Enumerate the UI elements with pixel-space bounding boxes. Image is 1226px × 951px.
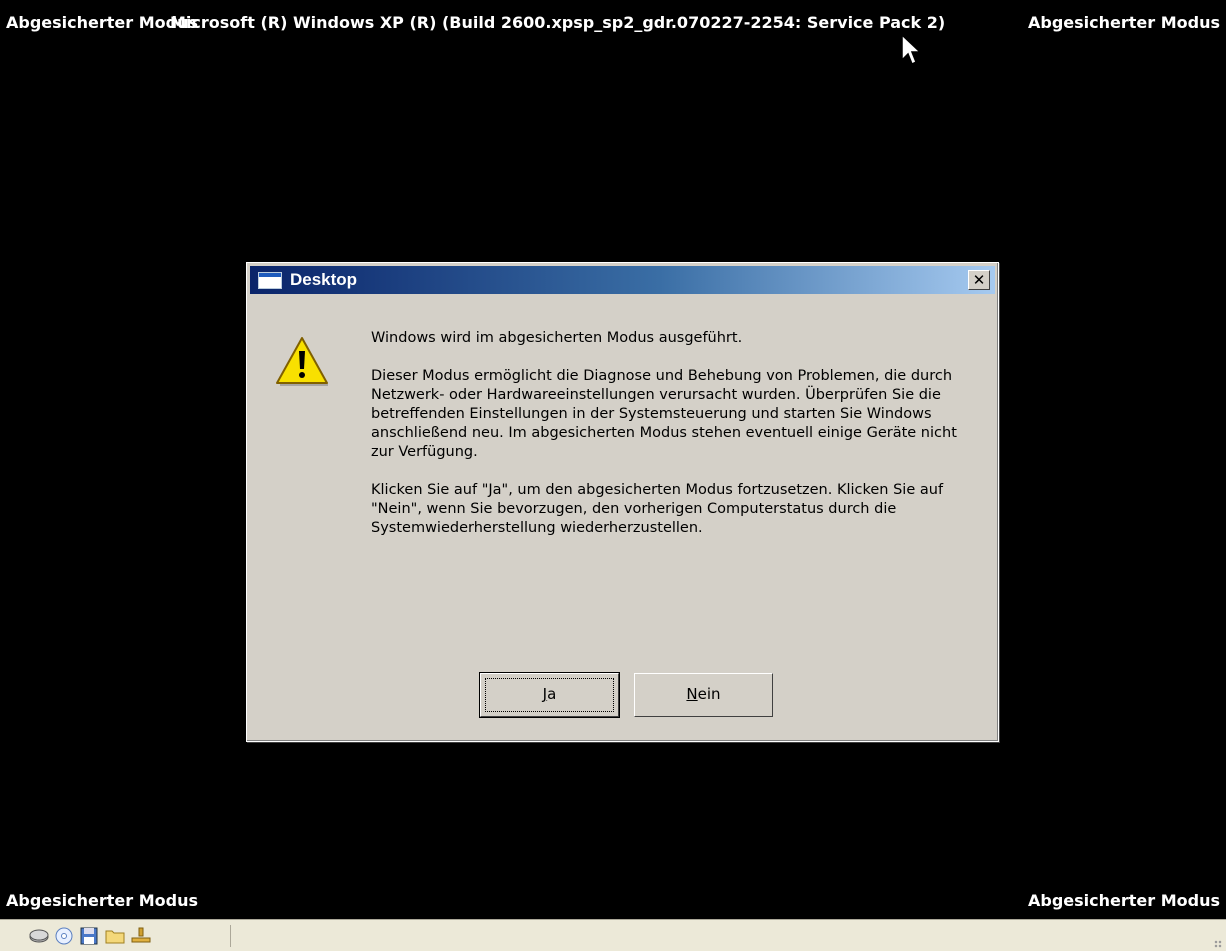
message-paragraph: Dieser Modus ermöglicht die Diagnose und… bbox=[371, 368, 957, 460]
close-icon: ✕ bbox=[972, 271, 986, 289]
no-button[interactable]: Nein bbox=[634, 673, 773, 717]
mouse-cursor-icon bbox=[901, 34, 921, 66]
shared-folder-icon[interactable] bbox=[104, 927, 126, 945]
no-mnemonic: N bbox=[686, 685, 698, 703]
dialog-titlebar[interactable]: Desktop ✕ bbox=[250, 266, 995, 294]
hard-disk-icon[interactable] bbox=[28, 927, 50, 945]
safe-mode-label-top-right: Abgesicherter Modus bbox=[1027, 13, 1220, 32]
status-bar-separator bbox=[230, 925, 231, 947]
resize-grip[interactable] bbox=[1214, 940, 1222, 948]
focus-rectangle bbox=[485, 678, 614, 712]
network-icon[interactable] bbox=[130, 927, 152, 945]
dialog-message: Windows wird im abgesicherten Modus ausg… bbox=[371, 329, 981, 557]
vm-status-bar bbox=[0, 919, 1226, 951]
safe-mode-dialog: Desktop ✕ Windows wird im abgesicherten … bbox=[246, 262, 999, 742]
safe-mode-label-bottom-right: Abgesicherter Modus bbox=[1027, 891, 1220, 910]
close-button[interactable]: ✕ bbox=[968, 270, 990, 290]
windows-build-label: Microsoft (R) Windows XP (R) (Build 2600… bbox=[170, 13, 946, 32]
safe-mode-label-bottom-left: Abgesicherter Modus bbox=[6, 891, 199, 910]
message-paragraph: Klicken Sie auf "Ja", um den abgesichert… bbox=[371, 482, 944, 536]
warning-icon bbox=[276, 337, 328, 386]
dialog-title: Desktop bbox=[290, 270, 358, 289]
cd-drive-icon[interactable] bbox=[53, 927, 75, 945]
yes-button[interactable]: Ja bbox=[479, 672, 620, 718]
floppy-disk-icon[interactable] bbox=[78, 927, 100, 945]
message-paragraph: Windows wird im abgesicherten Modus ausg… bbox=[371, 330, 743, 346]
window-icon bbox=[258, 272, 282, 289]
no-label-rest: ein bbox=[697, 685, 721, 703]
